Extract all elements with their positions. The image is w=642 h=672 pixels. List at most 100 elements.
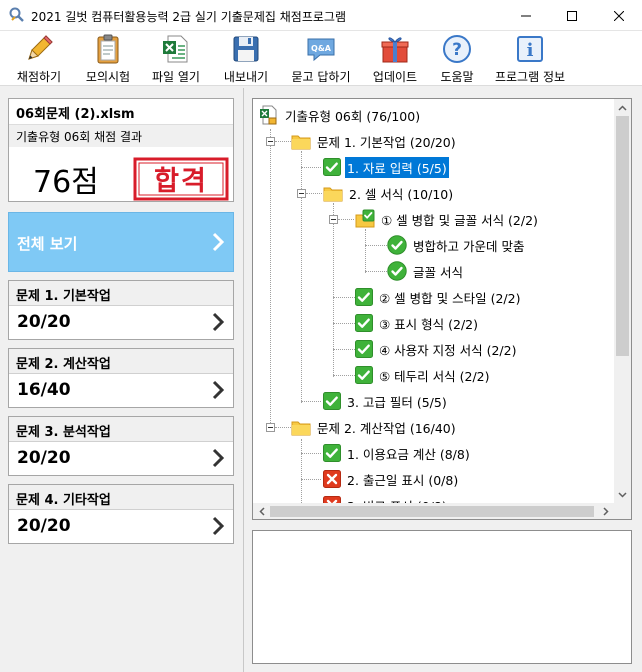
tree-line	[270, 129, 271, 427]
window-title: 2021 길벗 컴퓨터활용능력 2급 실기 기출문제집 채점프로그램	[31, 10, 346, 24]
scroll-thumb[interactable]	[616, 116, 629, 356]
tree-node-label: 문제 1. 기본작업 (20/20)	[317, 134, 456, 150]
tree-collapse-toggle[interactable]	[266, 423, 275, 432]
tree-line	[301, 167, 321, 168]
tree-node[interactable]: 글꼴 서식	[387, 259, 465, 283]
total-score: 76점	[33, 165, 99, 200]
tree-node[interactable]: 2. 출근일 표시 (0/8)	[323, 467, 460, 491]
result-summary-card: 06회문제 (2).xlsm 기출유형 06회 채점 결과 76점 합격	[8, 98, 234, 202]
tree-line	[333, 297, 355, 298]
tree-node[interactable]: 3. 비고 표시 (0/8)	[323, 493, 449, 503]
chevron-up-icon	[618, 104, 627, 111]
tree-node-label: 3. 고급 필터 (5/5)	[347, 394, 447, 410]
tree-node[interactable]: 병합하고 가운데 맞춤	[387, 233, 526, 257]
tree-node[interactable]: ⑤ 테두리 서식 (2/2)	[355, 363, 492, 387]
tree-line	[365, 271, 387, 272]
scrollbar-corner	[614, 503, 631, 519]
program-info-button[interactable]: i 프로그램 정보	[490, 33, 570, 85]
mock-exam-button[interactable]: 모의시험	[78, 33, 138, 85]
check-icon	[355, 288, 373, 306]
scroll-right-button[interactable]	[597, 503, 614, 519]
left-panel: 06회문제 (2).xlsm 기출유형 06회 채점 결과 76점 합격 전체 …	[0, 88, 244, 672]
update-button[interactable]: 업데이트	[366, 33, 424, 85]
tree-collapse-toggle[interactable]	[297, 189, 306, 198]
tree-node-label: 병합하고 가운데 맞춤	[413, 238, 525, 254]
tree-node[interactable]: ① 셀 병합 및 글꼴 서식 (2/2)	[355, 207, 540, 231]
cross-icon	[323, 470, 341, 488]
tree-line	[301, 439, 302, 503]
category-title: 문제 4. 기타작업	[9, 485, 233, 510]
scroll-thumb[interactable]	[270, 506, 594, 517]
maximize-icon	[567, 10, 577, 21]
tree-collapse-toggle[interactable]	[266, 137, 275, 146]
minimize-button[interactable]	[503, 0, 549, 31]
check-icon	[355, 366, 373, 384]
tree-node[interactable]: 1. 자료 입력 (5/5)	[323, 155, 449, 179]
grade-button[interactable]: 채점하기	[6, 33, 72, 85]
tree-node[interactable]: ② 셀 병합 및 스타일 (2/2)	[355, 285, 522, 309]
tree-node[interactable]: 3. 고급 필터 (5/5)	[323, 389, 449, 413]
tree-node-label: 글꼴 서식	[413, 264, 463, 280]
scroll-left-button[interactable]	[253, 503, 270, 519]
clipboard-icon	[97, 34, 119, 64]
qa-button[interactable]: Q&A 묻고 답하기	[282, 33, 360, 85]
category-card-3[interactable]: 문제 3. 분석작업 20/20	[8, 416, 234, 476]
category-score: 20/20	[17, 448, 71, 468]
tool-label: 프로그램 정보	[494, 70, 566, 84]
tree-content: 기출유형 06회 (76/100) 문제 1. 기본작업 (20/20) 1. …	[253, 99, 614, 503]
scroll-up-button[interactable]	[614, 99, 631, 116]
chevron-down-icon	[618, 491, 627, 498]
tree-node[interactable]: ③ 표시 형식 (2/2)	[355, 311, 480, 335]
tree-node-label: ② 셀 병합 및 스타일 (2/2)	[379, 290, 521, 306]
help-button[interactable]: ? 도움말	[432, 33, 482, 85]
tree-root[interactable]: 기출유형 06회 (76/100)	[259, 103, 422, 127]
tree-node-label: ① 셀 병합 및 글꼴 서식 (2/2)	[381, 212, 538, 228]
category-card-2[interactable]: 문제 2. 계산작업 16/40	[8, 348, 234, 408]
tree-node[interactable]: ④ 사용자 지정 서식 (2/2)	[355, 337, 518, 361]
vertical-scrollbar[interactable]	[614, 99, 631, 503]
tree-node-label: ④ 사용자 지정 서식 (2/2)	[379, 342, 517, 358]
tree-line	[333, 375, 355, 376]
tree-collapse-toggle[interactable]	[329, 215, 338, 224]
check-icon	[323, 444, 341, 462]
tree-line	[301, 401, 321, 402]
excel-file-icon	[163, 35, 188, 63]
tree-line	[306, 193, 322, 194]
qa-bubble-icon: Q&A	[307, 38, 335, 62]
folder-icon	[291, 131, 311, 151]
export-button[interactable]: 내보내기	[216, 33, 276, 85]
tree-node[interactable]: 문제 1. 기본작업 (20/20)	[291, 129, 458, 153]
tree-node[interactable]: 1. 이용요금 계산 (8/8)	[323, 441, 472, 465]
view-all-label: 전체 보기	[17, 235, 78, 253]
app-icon	[9, 7, 24, 22]
category-card-1[interactable]: 문제 1. 기본작업 20/20	[8, 280, 234, 340]
maximize-button[interactable]	[549, 0, 595, 31]
gift-icon	[381, 37, 409, 63]
result-tree-view[interactable]: 기출유형 06회 (76/100) 문제 1. 기본작업 (20/20) 1. …	[252, 98, 632, 520]
category-card-4[interactable]: 문제 4. 기타작업 20/20	[8, 484, 234, 544]
category-title: 문제 1. 기본작업	[9, 281, 233, 306]
help-icon: ?	[443, 35, 471, 63]
horizontal-scrollbar[interactable]	[253, 503, 614, 519]
chevron-left-icon	[258, 507, 265, 516]
folder-icon	[291, 417, 311, 437]
chevron-right-icon	[212, 232, 225, 252]
pencil-icon	[28, 35, 53, 60]
floppy-disk-icon	[233, 36, 259, 62]
check-icon	[355, 340, 373, 358]
tree-node-label: 1. 이용요금 계산 (8/8)	[347, 446, 470, 462]
tree-node[interactable]: 2. 셀 서식 (10/10)	[323, 181, 455, 205]
folder-icon	[323, 183, 343, 203]
tree-line	[301, 479, 321, 480]
check-icon	[323, 392, 341, 410]
tree-node[interactable]: 문제 2. 계산작업 (16/40)	[291, 415, 458, 439]
cross-icon	[323, 496, 341, 503]
excel-file-icon	[260, 105, 277, 125]
tree-node-label: ⑤ 테두리 서식 (2/2)	[379, 368, 490, 384]
tree-line	[275, 427, 291, 428]
check-icon	[323, 158, 341, 176]
open-file-button[interactable]: 파일 열기	[144, 33, 208, 85]
close-button[interactable]	[596, 0, 642, 31]
scroll-down-button[interactable]	[614, 486, 631, 503]
view-all-button[interactable]: 전체 보기	[8, 212, 234, 272]
